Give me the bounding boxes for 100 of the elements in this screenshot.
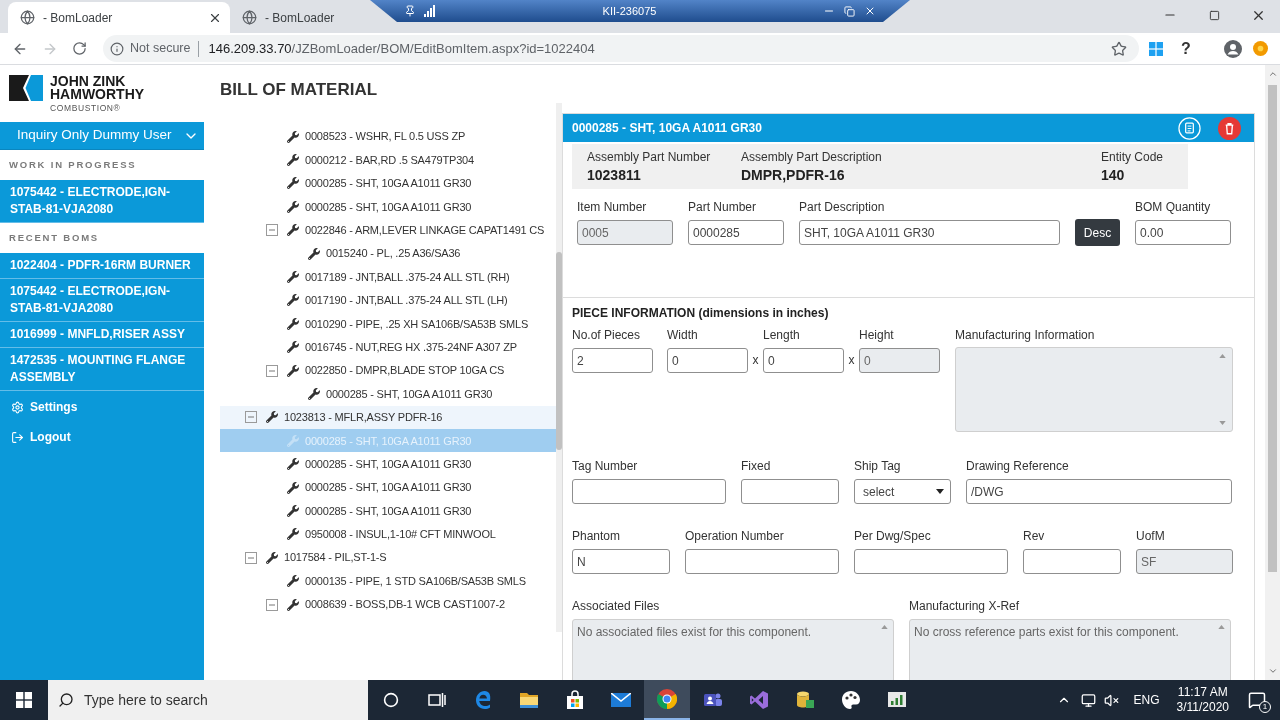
extension-button[interactable]: ? — [1181, 39, 1191, 58]
text-field[interactable] — [741, 479, 839, 504]
minus-square-icon[interactable] — [245, 551, 257, 564]
tree-row[interactable]: 0950008 - INSUL,1-10# CFT MINWOOL — [220, 522, 556, 547]
close-icon[interactable] — [864, 5, 876, 17]
text-field[interactable]: N — [572, 549, 670, 574]
text-field[interactable] — [685, 549, 839, 574]
tree-row[interactable]: 0000285 - SHT, 10GA A1011 GR30 — [220, 452, 556, 476]
text-field[interactable]: 0.00 — [1135, 220, 1231, 245]
wrench-icon — [308, 247, 320, 260]
field-label: UofM — [1136, 529, 1166, 543]
search-icon — [58, 692, 74, 708]
wrench-icon — [266, 411, 278, 424]
wrench-icon — [287, 271, 299, 284]
tree-row[interactable]: 0000285 - SHT, 10GA A1011 GR30 — [220, 195, 556, 219]
text-field[interactable]: 2 — [572, 348, 653, 373]
logo-mark-icon — [9, 75, 43, 101]
database-icon[interactable] — [795, 690, 815, 710]
circle-icon[interactable] — [383, 692, 399, 708]
wrench-icon — [287, 177, 299, 190]
palette-icon[interactable] — [841, 690, 861, 710]
envelope-icon[interactable] — [611, 693, 631, 707]
field-label: Associated Files — [572, 599, 661, 613]
star-icon[interactable] — [1111, 40, 1127, 57]
clock[interactable]: 11:17 AM 3/11/2020 — [1176, 685, 1229, 715]
browser-logo-icon[interactable] — [657, 689, 677, 709]
search-field[interactable]: Type here to search — [48, 680, 368, 720]
tree-row[interactable]: 1017584 - PIL,ST-1-S — [220, 546, 556, 570]
pin-icon[interactable] — [404, 5, 416, 17]
text-field[interactable]: 0 — [667, 348, 748, 373]
text-field[interactable] — [854, 549, 1008, 574]
trash-icon[interactable] — [1218, 116, 1241, 140]
scroll-up-icon[interactable] — [1267, 69, 1278, 79]
minus-square-icon[interactable] — [245, 411, 257, 424]
maximize-icon[interactable] — [1208, 9, 1220, 21]
tree-row[interactable]: 0016745 - NUT,REG HX .375-24NF A307 ZP — [220, 335, 556, 359]
four-squares-icon[interactable] — [16, 692, 32, 708]
tree-row[interactable]: 0010290 - PIPE, .25 XH SA106B/SA53B SMLS — [220, 312, 556, 336]
tree-row[interactable]: 0000285 - SHT, 10GA A1011 GR30 — [220, 499, 556, 523]
tree-row[interactable]: 0008639 - BOSS,DB-1 WCB CAST1007-2 — [220, 592, 556, 617]
restore-icon[interactable] — [844, 5, 855, 17]
wrench-icon — [287, 598, 299, 611]
tree-row[interactable]: 1023813 - MFLR,ASSY PDFR-16 — [220, 405, 556, 430]
tree-row[interactable]: 0017190 - JNT,BALL .375-24 ALL STL (LH) — [220, 288, 556, 313]
wrench-icon — [287, 200, 299, 213]
minus-square-icon[interactable] — [266, 364, 278, 377]
field-label: Operation Number — [685, 529, 785, 543]
browser-tab[interactable]: - BomLoader — [8, 2, 230, 33]
network-icon[interactable] — [1081, 692, 1097, 708]
tree-row[interactable]: 0015240 - PL, .25 A36/SA36 — [220, 241, 556, 266]
notification-icon[interactable] — [1248, 691, 1266, 709]
text-area[interactable]: No cross reference parts exist for this component. — [909, 619, 1231, 680]
scrollbar-thumb[interactable] — [556, 252, 562, 450]
text-field[interactable]: /DWG — [966, 479, 1232, 504]
field-label: Height — [859, 328, 895, 342]
field-label: Length — [763, 328, 801, 342]
text-field[interactable]: 0 — [763, 348, 844, 373]
tree-row[interactable]: 0000285 - SHT, 10GA A1011 GR30 — [220, 382, 556, 406]
tree-row[interactable]: 0008523 - WSHR, FL 0.5 USS ZP — [220, 125, 556, 149]
four-squares-icon[interactable] — [1149, 41, 1163, 56]
section-title: PIECE INFORMATION (dimensions in inches) — [572, 306, 830, 320]
tree-row[interactable]: 0000212 - BAR,RD .5 SA479TP304 — [220, 148, 556, 172]
text-field[interactable] — [1023, 549, 1121, 574]
task-view-icon[interactable] — [428, 692, 446, 708]
dropdown[interactable]: select — [854, 479, 951, 504]
tree-row[interactable]: 0022850 - DMPR,BLADE STOP 10GA CS — [220, 358, 556, 383]
text-field[interactable]: 0000285 — [688, 220, 784, 245]
info-icon[interactable] — [110, 41, 124, 56]
wrench-icon — [287, 341, 299, 354]
reload-icon[interactable] — [72, 41, 87, 56]
avatar-icon[interactable] — [1223, 39, 1242, 58]
wrench-icon — [287, 528, 299, 541]
field-label: Width — [667, 328, 699, 342]
desc-button[interactable]: Desc — [1075, 219, 1120, 246]
shopping-bag-icon[interactable] — [565, 690, 585, 710]
tree-row[interactable]: 0000285 - SHT, 10GA A1011 GR30 — [220, 171, 556, 196]
text-area[interactable]: No associated files exist for this component. — [572, 619, 894, 680]
minus-square-icon[interactable] — [266, 224, 278, 237]
tree-row[interactable]: 0022846 - ARM,LEVER LINKAGE CAPAT1491 CS — [220, 218, 556, 242]
muted-speaker-icon[interactable] — [1104, 692, 1120, 708]
address-bar[interactable]: Not secure 146.209.33.70/JZBomLoader/BOM/EditBomItem.aspx?id=1022404 — [103, 35, 1139, 62]
times-sign: x — [847, 352, 856, 369]
field-label: Per Dwg/Spec — [854, 529, 932, 543]
tree-row[interactable]: 0000135 - PIPE, 1 STD SA106B/SA53B SMLS — [220, 569, 556, 593]
minus-square-icon[interactable] — [266, 598, 278, 611]
field-label: Phantom — [572, 529, 622, 543]
e-logo-icon[interactable] — [473, 690, 493, 710]
tree-row[interactable]: 0017189 - JNT,BALL .375-24 ALL STL (RH) — [220, 265, 556, 289]
language-indicator[interactable]: ENG — [1133, 691, 1160, 709]
text-field[interactable]: SHT, 10GA A1011 GR30 — [799, 220, 1060, 245]
tree-row[interactable]: 0000285 - SHT, 10GA A1011 GR30 — [220, 475, 556, 500]
security-status: Not secure — [130, 40, 191, 58]
ribbon-icon[interactable] — [749, 690, 769, 710]
document-icon[interactable] — [1178, 116, 1201, 140]
scroll-down-icon[interactable] — [1267, 666, 1278, 676]
wrench-icon — [266, 551, 278, 564]
chart-window-icon[interactable] — [887, 690, 907, 710]
scrollbar-thumb[interactable] — [1268, 85, 1277, 572]
folder-icon[interactable] — [519, 691, 539, 709]
text-field[interactable] — [572, 479, 726, 504]
